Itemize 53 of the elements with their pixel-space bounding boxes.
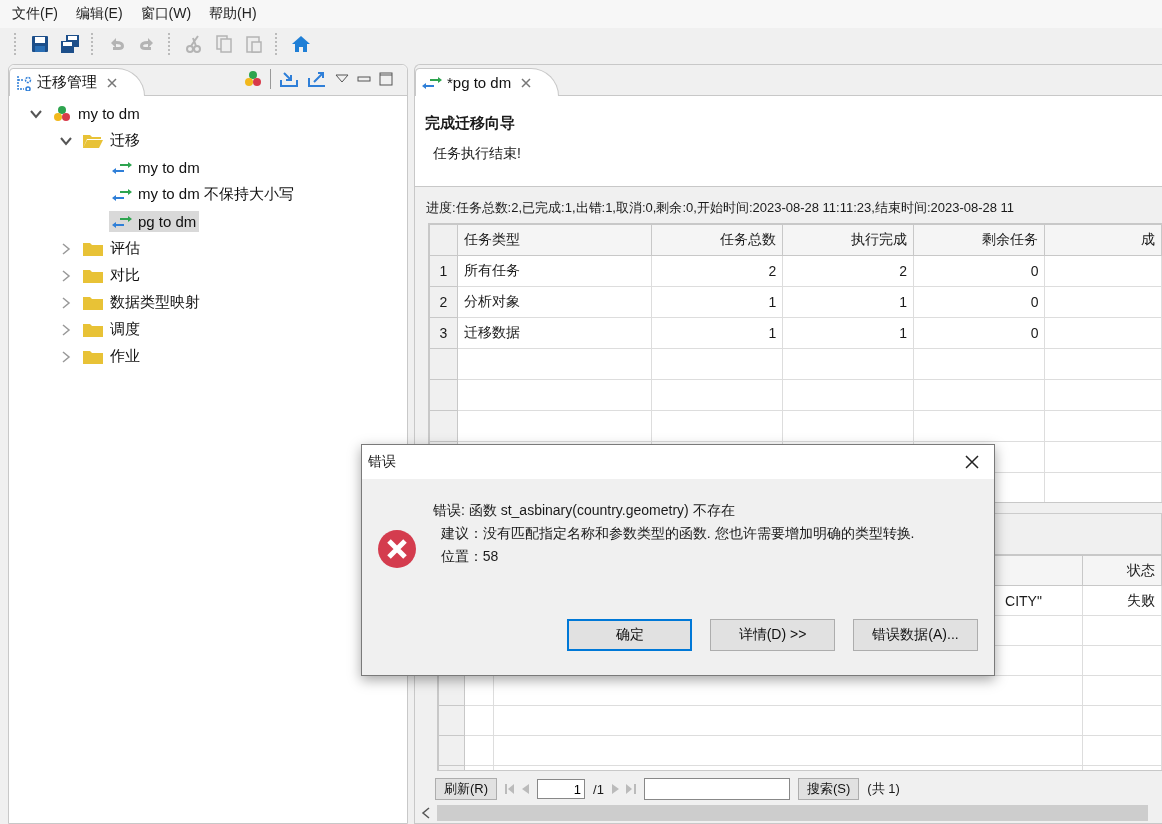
row-number: 3 bbox=[429, 317, 458, 349]
tree-item[interactable]: my to dm 不保持大小写 bbox=[109, 183, 297, 206]
tree-item[interactable]: 迁移 bbox=[79, 129, 143, 152]
row-number: 1 bbox=[429, 255, 458, 287]
column-header[interactable]: 剩余任务 bbox=[913, 224, 1045, 256]
page-total: /1 bbox=[593, 781, 604, 797]
menu-item[interactable]: 文件(F) bbox=[4, 5, 66, 23]
column-header[interactable]: 执行完成 bbox=[782, 224, 914, 256]
table-cell: 1 bbox=[782, 317, 914, 349]
dialog-button[interactable]: 详情(D) >> bbox=[710, 619, 835, 651]
table-cell: 0 bbox=[913, 317, 1045, 349]
error-message: 建议：没有匹配指定名称和参数类型的函数. 您也许需要增加明确的类型转换. bbox=[439, 524, 916, 543]
dialog-button[interactable]: 确定 bbox=[567, 619, 692, 651]
table-cell: 1 bbox=[651, 286, 783, 318]
table-cell: 2 bbox=[782, 255, 914, 287]
tree-item[interactable]: my to dm bbox=[49, 102, 143, 125]
tree-item[interactable]: 数据类型映射 bbox=[79, 291, 203, 314]
table-cell: 所有任务 bbox=[457, 255, 652, 287]
wizard-heading: 完成迁移向导 bbox=[425, 114, 516, 133]
record-count: (共 1) bbox=[867, 780, 900, 798]
table-cell: 1 bbox=[651, 317, 783, 349]
table-cell: 迁移数据 bbox=[457, 317, 652, 349]
page-field[interactable]: 1 bbox=[537, 779, 586, 799]
column-header[interactable]: 状态 bbox=[1082, 555, 1162, 586]
column-header[interactable]: 任务总数 bbox=[651, 224, 783, 256]
tree-item[interactable]: 对比 bbox=[79, 264, 143, 287]
table-cell: 分析对象 bbox=[457, 286, 652, 318]
table-cell: 失败 bbox=[1082, 585, 1162, 616]
progress-text: 进度:任务总数:2,已完成:1,出错:1,取消:0,剩余:0,开始时间:2023-08-28 11:11:23,结束时间:2023-08-28 11 bbox=[425, 199, 1016, 217]
menu-item[interactable]: 帮助(H) bbox=[201, 5, 265, 23]
status-message: 任务执行结束! bbox=[433, 145, 522, 163]
search-button[interactable]: 搜索(S) bbox=[797, 778, 860, 800]
view-tab[interactable]: *pg to dm bbox=[415, 68, 560, 96]
table-cell: 2 bbox=[651, 255, 783, 287]
tree-item[interactable]: pg to dm bbox=[109, 211, 200, 232]
error-message: 错误: 函数 st_asbinary(country.geometry) 不存在 bbox=[433, 501, 736, 520]
column-header[interactable]: 成 bbox=[1045, 224, 1162, 256]
menu-item[interactable]: 窗口(W) bbox=[132, 5, 200, 23]
row-number: 2 bbox=[429, 286, 458, 318]
tree-item[interactable]: 作业 bbox=[79, 345, 143, 368]
dialog-title: 错误 bbox=[368, 453, 396, 471]
tree-item[interactable]: 评估 bbox=[79, 237, 143, 260]
tree-item[interactable]: 调度 bbox=[79, 318, 143, 341]
table-cell: 0 bbox=[913, 286, 1045, 318]
column-header[interactable]: 任务类型 bbox=[457, 224, 652, 256]
table-cell: 1 bbox=[782, 286, 914, 318]
tree-item[interactable]: my to dm bbox=[109, 157, 203, 178]
error-message: 位置：58 bbox=[439, 547, 500, 566]
dialog-button[interactable]: 错误数据(A)... bbox=[853, 619, 978, 651]
view-tab[interactable]: 迁移管理 bbox=[9, 68, 145, 96]
table-cell: 0 bbox=[913, 255, 1045, 287]
menu-item[interactable]: 编辑(E) bbox=[67, 5, 131, 23]
refresh-button[interactable]: 刷新(R) bbox=[435, 778, 498, 800]
